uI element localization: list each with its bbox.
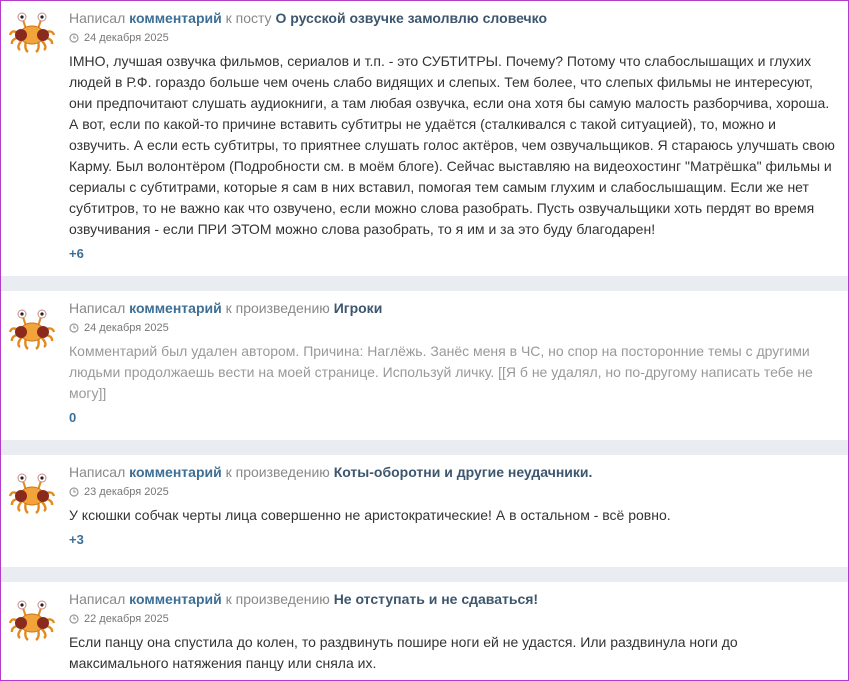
comment-card: Написал комментарий к произведению Не от…	[1, 582, 848, 680]
comment-link[interactable]: комментарий	[129, 464, 222, 480]
date-text: 24 декабря 2025	[84, 32, 169, 44]
comment-date: 24 декабря 2025	[69, 31, 838, 45]
label-wrote: Написал	[69, 300, 126, 316]
comment-date: 23 декабря 2025	[69, 485, 838, 499]
target-prefix: к посту	[225, 10, 272, 26]
comment-link[interactable]: комментарий	[129, 300, 222, 316]
label-wrote: Написал	[69, 464, 126, 480]
comment-text: Если панцу она спустила до колен, то раз…	[69, 634, 738, 671]
comment-header: Написал комментарий к посту О русской оз…	[69, 9, 838, 27]
avatar[interactable]	[8, 472, 56, 514]
avatar[interactable]	[8, 599, 56, 641]
work-title-link[interactable]: Не отступать и не сдаваться!	[334, 591, 538, 607]
target-prefix: к произведению	[225, 464, 330, 480]
date-text: 23 декабря 2025	[84, 486, 169, 498]
clock-icon	[69, 33, 79, 43]
post-title-link[interactable]: О русской озвучке замолвлю словечко	[275, 10, 547, 26]
comment-card: Написал комментарий к посту О русской оз…	[1, 1, 848, 276]
comment-date: 24 декабря 2025	[69, 321, 838, 335]
comment-header: Написал комментарий к произведению Не от…	[69, 590, 838, 608]
comment-header: Написал комментарий к произведению Коты-…	[69, 463, 838, 481]
comment-link[interactable]: комментарий	[129, 10, 222, 26]
comment-text: У ксюшки собчак черты лица совершенно не…	[69, 507, 671, 523]
clock-icon	[69, 323, 79, 333]
avatar[interactable]	[8, 308, 56, 350]
label-wrote: Написал	[69, 591, 126, 607]
clock-icon	[69, 487, 79, 497]
rating-score[interactable]: +3	[69, 532, 838, 547]
work-title-link[interactable]: Игроки	[334, 300, 383, 316]
avatar[interactable]	[8, 11, 56, 53]
clock-icon	[69, 614, 79, 624]
comment-link[interactable]: комментарий	[129, 591, 222, 607]
date-text: 24 декабря 2025	[84, 322, 169, 334]
comment-card: Написал комментарий к произведению Коты-…	[1, 455, 848, 567]
rating-score[interactable]: +6	[69, 246, 838, 261]
comment-card: Написал комментарий к произведению Игрок…	[1, 291, 848, 440]
comment-header: Написал комментарий к произведению Игрок…	[69, 299, 838, 317]
target-prefix: к произведению	[225, 591, 330, 607]
rating-score[interactable]: 0	[69, 410, 838, 425]
date-text: 22 декабря 2025	[84, 613, 169, 625]
comment-date: 22 декабря 2025	[69, 612, 838, 626]
work-title-link[interactable]: Коты-оборотни и другие неудачники.	[334, 464, 593, 480]
comment-text: IMHO, лучшая озвучка фильмов, сериалов и…	[69, 53, 835, 237]
label-wrote: Написал	[69, 10, 126, 26]
target-prefix: к произведению	[225, 300, 330, 316]
comment-text: Комментарий был удален автором. Причина:…	[69, 343, 813, 401]
